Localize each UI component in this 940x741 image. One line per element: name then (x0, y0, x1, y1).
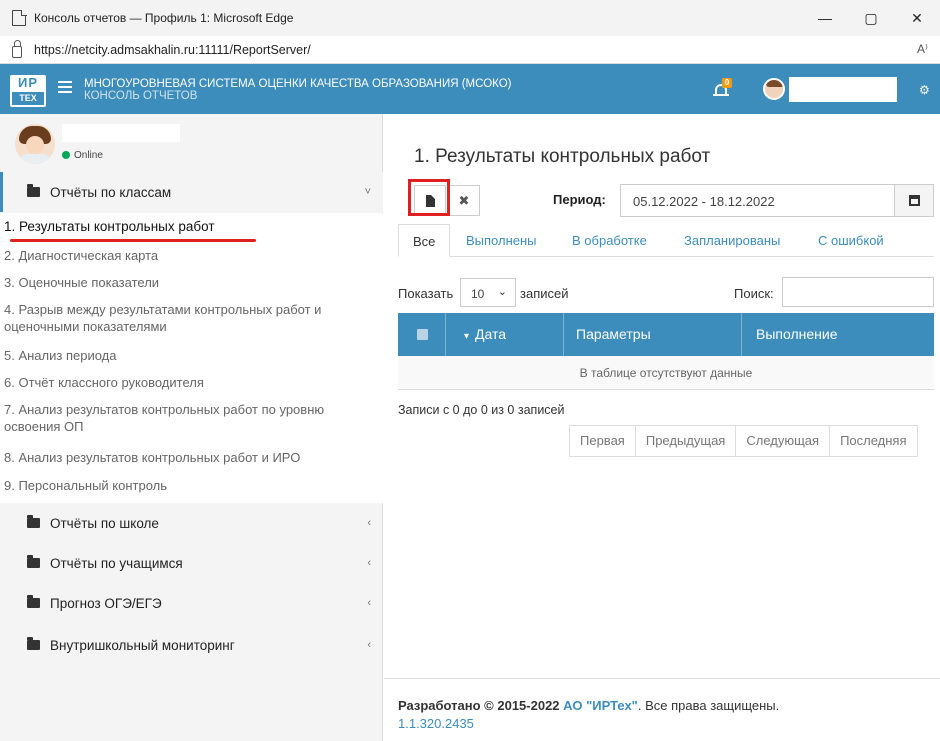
column-header-params[interactable]: Параметры (564, 313, 742, 356)
search-input[interactable] (782, 277, 934, 307)
page-icon (12, 9, 27, 26)
footer: Разработано © 2015-2022 АО "ИРТех". Все … (384, 678, 940, 741)
red-highlight-annotation (408, 179, 450, 216)
sidebar-section-label: Отчёты по учащимся (50, 555, 183, 571)
calendar-icon (908, 195, 920, 206)
sidebar-section-internal-monitoring[interactable]: Внутришкольный мониторинг ‹ (0, 625, 383, 665)
sort-icon: ▾ (464, 331, 470, 342)
footer-rights: . Все права защищены. (637, 698, 780, 713)
app-header: ИР ТЕХ МНОГОУРОВНЕВАЯ СИСТЕМА ОЦЕНКИ КАЧ… (0, 64, 940, 114)
main-content: 1. Результаты контрольных работ ✖ Период… (384, 114, 940, 741)
chevron-left-icon: ‹ (367, 557, 371, 569)
chevron-down-icon: ˅ (364, 186, 371, 198)
calendar-button[interactable] (895, 184, 934, 217)
search-label: Поиск: (734, 286, 774, 301)
sidebar-item-report-4[interactable]: 4. Разрыв между результатами контрольных… (4, 301, 354, 335)
table-header: ▾ Дата Параметры Выполнение (398, 313, 934, 356)
app-title: МНОГОУРОВНЕВАЯ СИСТЕМА ОЦЕНКИ КАЧЕСТВА О… (84, 78, 512, 90)
column-header-date[interactable]: ▾ Дата (446, 313, 564, 356)
sidebar-section-student-reports[interactable]: Отчёты по учащимся ‹ (0, 543, 383, 583)
folder-open-icon (27, 555, 40, 568)
irtech-logo[interactable]: ИР ТЕХ (10, 75, 46, 107)
chevron-down-icon: ⌄ (497, 286, 507, 298)
tab-processing[interactable]: В обработке (572, 224, 647, 257)
folder-open-icon (27, 637, 40, 650)
sidebar-item-report-5[interactable]: 5. Анализ периода (4, 347, 364, 364)
sidebar-item-report-7[interactable]: 7. Анализ результатов контрольных работ … (4, 401, 362, 435)
pager-previous-button[interactable]: Предыдущая (636, 426, 737, 456)
sidebar-item-report-6[interactable]: 6. Отчёт классного руководителя (4, 374, 364, 391)
red-underline-annotation (10, 239, 256, 242)
user-name-box[interactable] (789, 77, 897, 102)
menu-toggle-icon[interactable] (58, 81, 72, 93)
pagination: Первая Предыдущая Следующая Последняя (569, 425, 918, 457)
sidebar-item-report-1[interactable]: 1. Результаты контрольных работ (4, 218, 364, 235)
browser-titlebar: Консоль отчетов — Профиль 1: Microsoft E… (0, 0, 940, 36)
sidebar-section-label: Отчёты по классам (50, 184, 172, 200)
footer-copyright: Разработано © 2015-2022 (398, 698, 560, 713)
window-title: Консоль отчетов — Профиль 1: Microsoft E… (34, 11, 294, 25)
page-title: 1. Результаты контрольных работ (414, 146, 711, 167)
version-text: 1.1.320.2435 (398, 716, 474, 731)
period-label: Период: (553, 192, 606, 207)
close-x-icon: ✖ (458, 192, 470, 208)
app-subtitle: КОНСОЛЬ ОТЧЕТОВ (84, 90, 198, 102)
sidebar-item-report-8[interactable]: 8. Анализ результатов контрольных работ … (4, 449, 364, 466)
period-input[interactable]: 05.12.2022 - 18.12.2022 (620, 184, 895, 217)
maximize-button[interactable]: ▢ (848, 0, 894, 36)
chevron-left-icon: ‹ (367, 639, 371, 651)
sidebar-report-list: 1. Результаты контрольных работ 2. Диагн… (0, 213, 383, 503)
sidebar-section-label: Прогноз ОГЭ/ЕГЭ (50, 595, 162, 611)
clear-button[interactable]: ✖ (448, 185, 480, 216)
sidebar-item-report-9[interactable]: 9. Персональный контроль (4, 477, 364, 494)
sidebar-section-label: Отчёты по школе (50, 515, 159, 531)
sidebar-section-school-reports[interactable]: Отчёты по школе ‹ (0, 503, 383, 543)
pager-next-button[interactable]: Следующая (736, 426, 831, 456)
company-link[interactable]: АО "ИРТех" (563, 698, 638, 713)
entries-label: записей (520, 286, 569, 301)
folder-open-icon (27, 184, 40, 197)
sidebar-section-exam-forecast[interactable]: Прогноз ОГЭ/ЕГЭ ‹ (0, 583, 383, 623)
checkbox-icon (417, 329, 428, 340)
logo-bottom-text: ТЕХ (12, 92, 44, 105)
tab-completed[interactable]: Выполнены (466, 224, 537, 257)
read-aloud-icon[interactable]: A⁾ (917, 42, 928, 56)
sidebar-user-name-box (62, 124, 180, 142)
chevron-left-icon: ‹ (367, 597, 371, 609)
pager-first-button[interactable]: Первая (570, 426, 636, 456)
chevron-left-icon: ‹ (367, 517, 371, 529)
sidebar-section-label: Внутришкольный мониторинг (50, 637, 235, 653)
sidebar-section-class-reports[interactable]: Отчёты по классам ˅ (0, 172, 383, 212)
table-info: Записи с 0 до 0 из 0 записей (398, 403, 565, 417)
show-label: Показать (398, 286, 454, 301)
lock-icon (12, 39, 22, 58)
gears-icon[interactable]: ⚙ (919, 83, 930, 97)
user-avatar[interactable] (763, 78, 785, 100)
sidebar-avatar (15, 124, 55, 164)
pager-last-button[interactable]: Последняя (830, 426, 916, 456)
logo-top-text: ИР (17, 75, 38, 90)
folder-open-icon (27, 595, 40, 608)
address-bar[interactable]: https://netcity.admsakhalin.ru:11111/Rep… (0, 36, 940, 64)
table-empty-row: В таблице отсутствуют данные (398, 356, 934, 390)
select-all-checkbox[interactable] (398, 313, 446, 356)
sidebar-item-report-2[interactable]: 2. Диагностическая карта (4, 247, 364, 264)
close-button[interactable]: ✕ (894, 0, 940, 36)
notification-badge: 0 (722, 78, 732, 88)
online-status: Online (62, 150, 103, 161)
tab-scheduled[interactable]: Запланированы (684, 224, 780, 257)
minimize-button[interactable]: — (802, 0, 848, 36)
url-text[interactable]: https://netcity.admsakhalin.ru:11111/Rep… (34, 43, 311, 57)
column-header-execution[interactable]: Выполнение (742, 313, 934, 356)
notifications-bell-icon[interactable]: 0 (713, 78, 732, 99)
tab-all[interactable]: Все (398, 224, 451, 257)
tab-error[interactable]: С ошибкой (818, 224, 884, 257)
status-tabs: Все Выполнены В обработке Запланированы … (398, 224, 934, 257)
sidebar-item-report-3[interactable]: 3. Оценочные показатели (4, 274, 364, 291)
page-size-select[interactable]: 10 ⌄ (460, 278, 516, 307)
online-dot-icon (62, 151, 70, 159)
folder-open-icon (27, 515, 40, 528)
